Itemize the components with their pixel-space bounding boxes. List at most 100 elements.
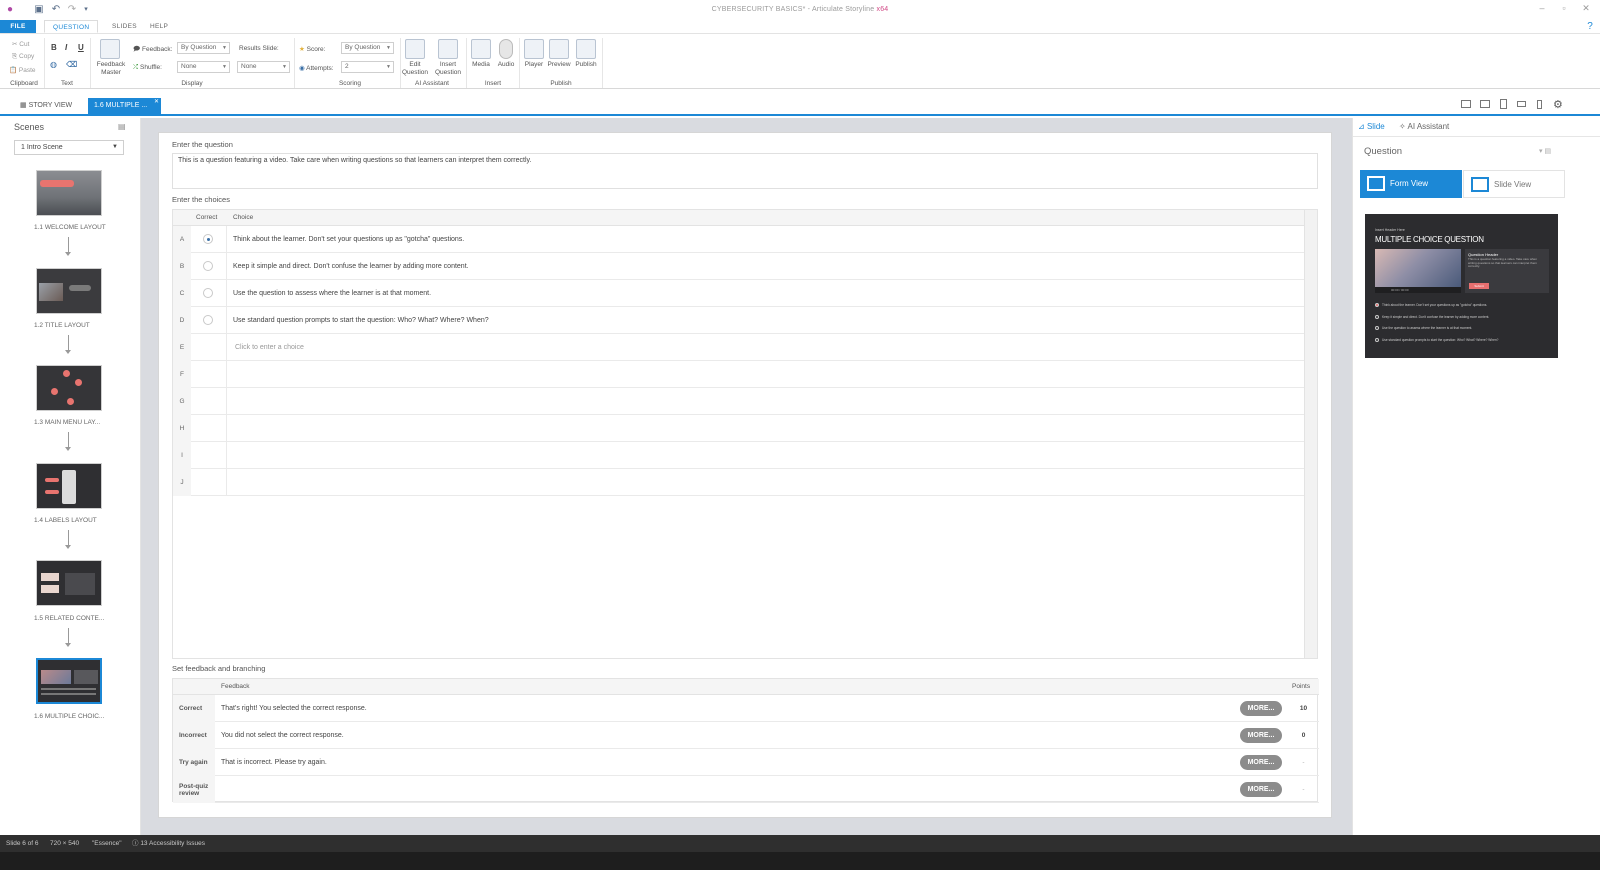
edit-question-button[interactable]: Edit Question [400,61,430,77]
preview-button[interactable]: Preview [545,61,573,69]
correct-radio[interactable] [203,234,213,244]
feedback-text[interactable]: You did not select the correct response. [221,722,344,749]
choice-text[interactable]: Think about the learner. Don't set your … [233,226,464,253]
phone-portrait-icon[interactable] [1537,100,1542,109]
correct-cell [191,334,227,361]
more-button[interactable]: MORE... [1240,782,1282,797]
points-value[interactable]: 10 [1288,695,1319,722]
edit-question-icon[interactable] [405,39,425,59]
slide-thumbnail-active[interactable] [36,658,102,704]
preview-kicker: Insert Header Here [1375,228,1405,232]
audio-icon[interactable] [499,39,513,59]
choice-row[interactable]: D Use standard question prompts to start … [173,307,1305,334]
score-dropdown[interactable]: By Question ▼ [341,42,394,54]
points-value[interactable]: 0 [1288,722,1319,749]
tab-slide-properties[interactable]: ⊿ Slide [1358,122,1385,131]
more-button[interactable]: MORE... [1240,701,1282,716]
section-collapse-icon[interactable]: ▾ ▤ [1539,147,1551,155]
bold-button[interactable]: B [51,43,57,52]
slide-thumbnail[interactable] [36,463,102,509]
paste-button[interactable]: 📋 Paste [9,66,36,74]
publish-icon[interactable] [576,39,596,59]
points-value[interactable]: - [1288,749,1319,776]
slide-view-button[interactable]: Slide View [1463,170,1565,198]
tablet-landscape-icon[interactable] [1480,100,1490,108]
media-button[interactable]: Media [468,61,494,69]
choice-row[interactable]: J [173,469,1305,496]
insert-question-button[interactable]: Insert Question [432,61,464,77]
choice-letter: D [173,307,191,334]
choice-row[interactable]: C Use the question to assess where the le… [173,280,1305,307]
desktop-view-icon[interactable] [1461,100,1471,108]
tab-file[interactable]: FILE [0,20,36,33]
close-icon[interactable]: ✕ [1578,3,1594,14]
feedback-section-label: Set feedback and branching [172,664,266,673]
tab-ai-assistant[interactable]: ✧ AI Assistant [1399,122,1449,131]
choice-row[interactable]: H [173,415,1305,442]
accessibility-issues[interactable]: ⓘ 13 Accessibility Issues [132,835,205,852]
maximize-icon[interactable]: ▫ [1556,3,1572,13]
properties-panel: ⊿ Slide ✧ AI Assistant Question ▾ ▤ Form… [1352,118,1600,835]
cut-button[interactable]: ✂ Cut [12,40,29,48]
italic-button[interactable]: I [65,43,67,52]
slide-preview[interactable]: Insert Header Here MULTIPLE CHOICE QUEST… [1365,214,1558,358]
minimize-icon[interactable]: – [1534,3,1550,13]
more-button[interactable]: MORE... [1240,728,1282,743]
correct-radio[interactable] [203,315,213,325]
tab-active-slide[interactable]: 1.6 MULTIPLE ... ✕ [88,98,161,114]
choice-row[interactable]: A Think about the learner. Don't set your… [173,226,1305,253]
feedback-dropdown[interactable]: By Question ▼ [177,42,230,54]
feedback-master-icon[interactable] [100,39,120,59]
preview-icon[interactable] [549,39,569,59]
insert-question-icon[interactable] [438,39,458,59]
text-style-icon[interactable]: ◍ [50,60,57,69]
tab-story-view[interactable]: ▦ STORY VIEW [14,98,78,114]
publish-button[interactable]: Publish [572,61,600,69]
choice-row[interactable]: G [173,388,1305,415]
tab-slides[interactable]: SLIDES [104,20,145,33]
settings-gear-icon[interactable]: ⚙ [1553,98,1563,111]
tab-help[interactable]: HELP [142,20,176,33]
slide-thumbnail[interactable] [36,268,102,314]
feedback-text[interactable]: That's right! You selected the correct r… [221,695,367,722]
choice-row[interactable]: E Click to enter a choice [173,334,1305,361]
choice-letter: C [173,280,191,307]
player-icon[interactable] [524,39,544,59]
choice-row[interactable]: I [173,442,1305,469]
close-tab-icon[interactable]: ✕ [154,94,159,110]
collapse-panel-icon[interactable]: ▤ [118,122,126,131]
slide-thumbnail[interactable] [36,560,102,606]
help-icon[interactable]: ? [1584,21,1596,33]
more-button[interactable]: MORE... [1240,755,1282,770]
slide-thumbnail[interactable] [36,170,102,216]
choice-text[interactable]: Keep it simple and direct. Don't confuse… [233,253,469,280]
choice-text[interactable]: Use standard question prompts to start t… [233,307,489,334]
phone-landscape-icon[interactable] [1517,101,1526,107]
attempts-dropdown[interactable]: 2 ▼ [341,61,394,73]
question-section-label: Enter the question [172,140,233,149]
underline-button[interactable]: U [78,43,84,52]
choice-row[interactable]: F [173,361,1305,388]
shuffle-dropdown[interactable]: None ▼ [177,61,230,73]
choice-row[interactable]: B Keep it simple and direct. Don't confus… [173,253,1305,280]
copy-button[interactable]: ⎘ Copy [12,53,34,61]
correct-radio[interactable] [203,261,213,271]
question-text-field[interactable]: This is a question featuring a video. Ta… [172,153,1318,189]
correct-radio[interactable] [203,288,213,298]
points-value[interactable]: - [1288,776,1319,803]
slide-thumbnail[interactable] [36,365,102,411]
choice-text[interactable]: Use the question to assess where the lea… [233,280,431,307]
scene-dropdown[interactable]: 1 Intro Scene ▼ [14,140,124,155]
feedback-text[interactable]: That is incorrect. Please try again. [221,749,327,776]
player-button[interactable]: Player [521,61,547,69]
media-icon[interactable] [471,39,491,59]
tablet-portrait-icon[interactable] [1500,99,1507,109]
audio-button[interactable]: Audio [493,61,519,69]
tab-question[interactable]: QUESTION [44,20,99,33]
choices-scrollbar[interactable] [1304,210,1317,658]
form-view-button[interactable]: Form View [1360,170,1462,198]
clear-format-icon[interactable]: ⌫ [66,60,77,69]
results-slide-dropdown[interactable]: None ▼ [237,61,290,73]
choice-text[interactable]: Click to enter a choice [235,334,304,361]
feedback-master-button[interactable]: Feedback Master [94,61,128,77]
